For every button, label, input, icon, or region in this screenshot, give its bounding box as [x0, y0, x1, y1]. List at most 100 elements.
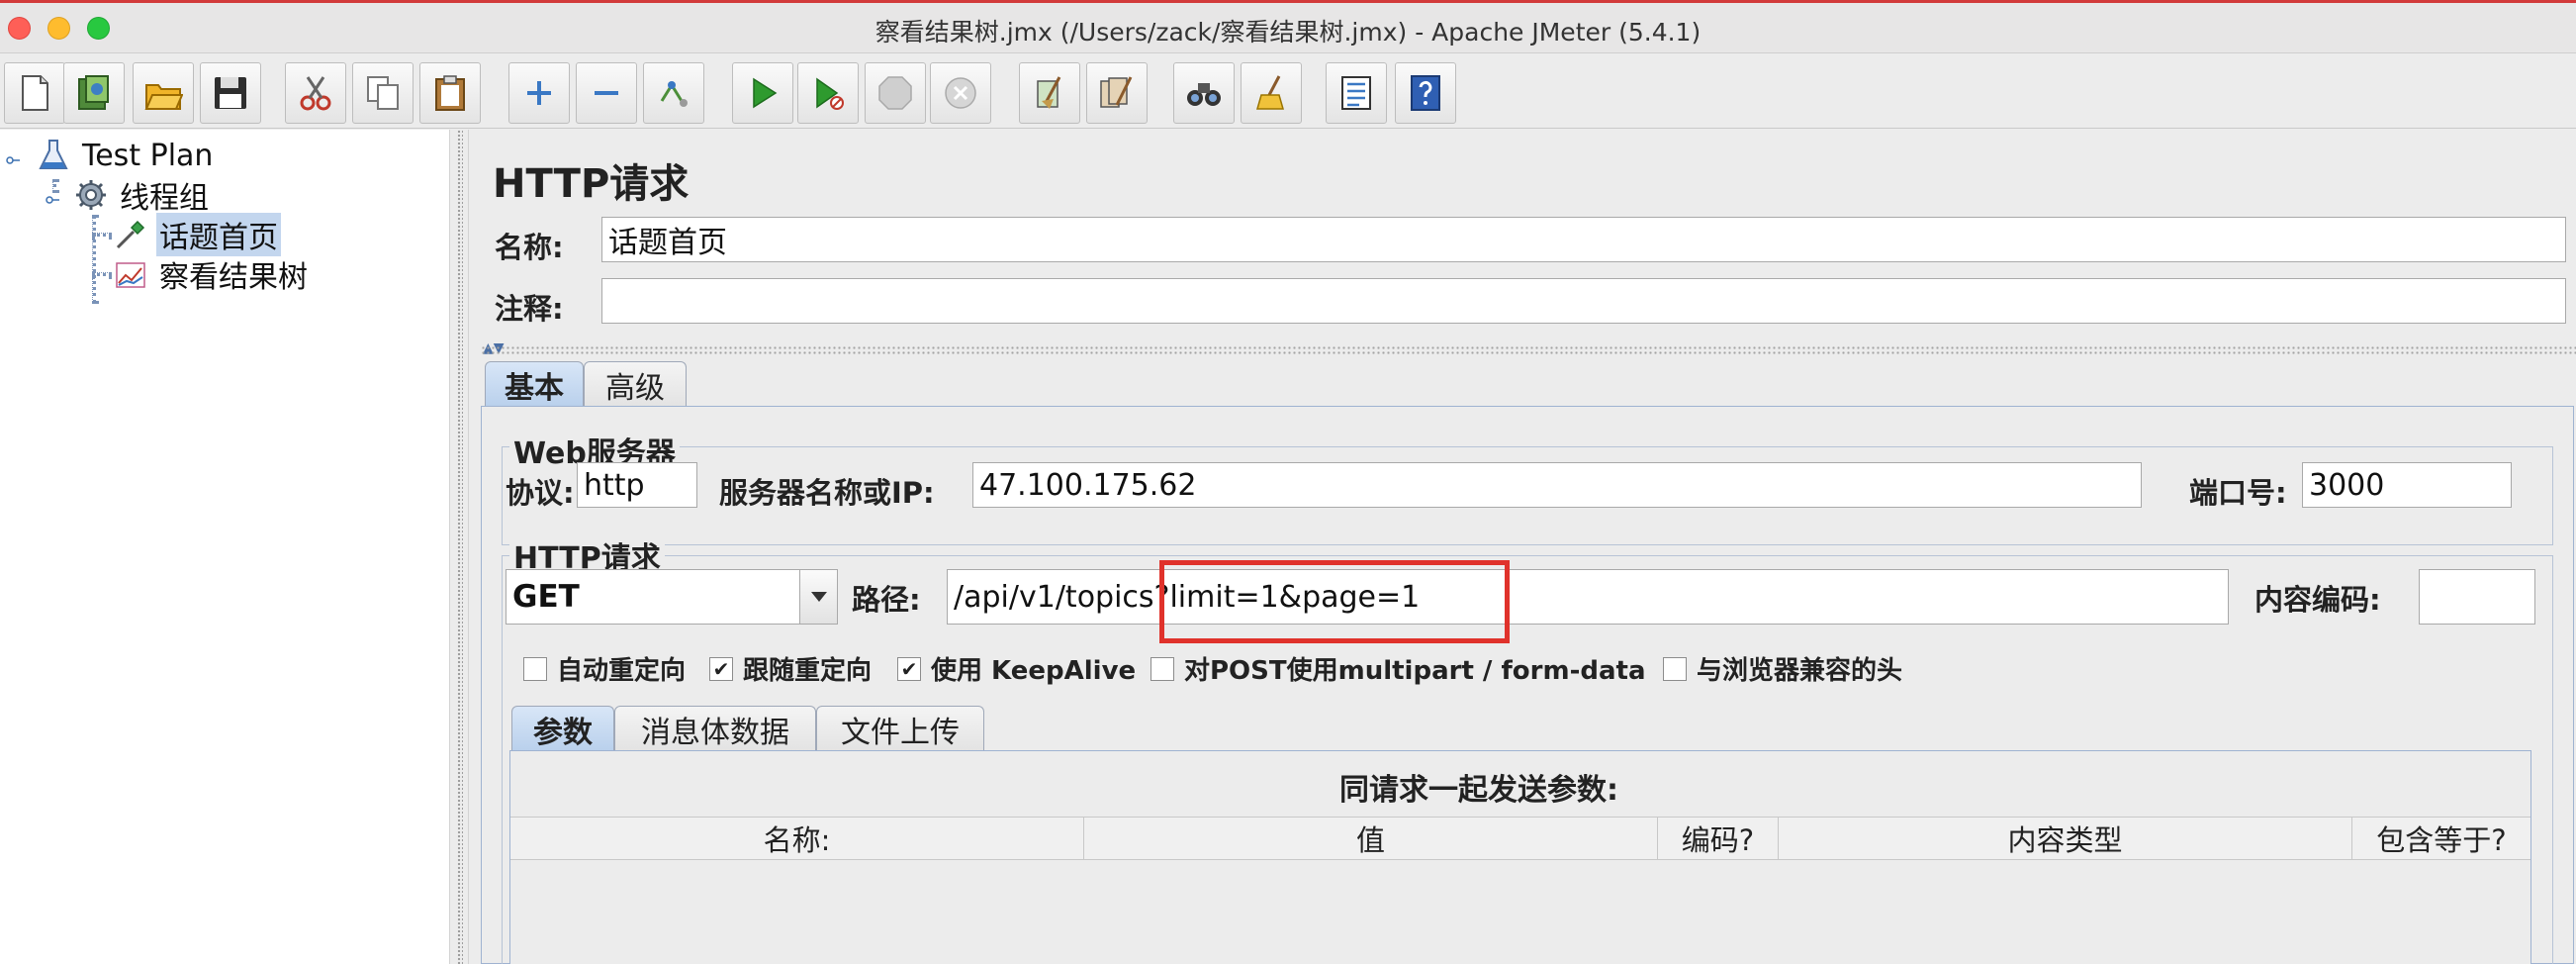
- browser-compatible-headers-checkbox[interactable]: 与浏览器兼容的头: [1663, 650, 1902, 687]
- open-icon: [144, 84, 183, 110]
- tree-item-topic-home[interactable]: 话题首页: [113, 213, 281, 256]
- start-icon: [753, 77, 778, 109]
- keepalive-checkbox[interactable]: ✔ 使用 KeepAlive: [897, 650, 1136, 687]
- method-select[interactable]: GET: [506, 569, 838, 625]
- clear-all-button[interactable]: [1086, 62, 1148, 124]
- copy-icon: [367, 76, 399, 110]
- multipart-checkbox[interactable]: 对POST使用multipart / form-data: [1150, 650, 1646, 687]
- checkbox-label: 跟随重定向: [743, 656, 873, 686]
- search-button[interactable]: [1173, 62, 1235, 124]
- shutdown-button[interactable]: [930, 62, 991, 124]
- tree-connector: [92, 215, 96, 304]
- tab-basic[interactable]: 基本: [485, 361, 584, 407]
- paste-button[interactable]: [419, 62, 481, 124]
- checkmark-icon[interactable]: ✔: [897, 656, 921, 681]
- parameters-title: 同请求一起发送参数:: [1339, 773, 1618, 808]
- page-title: HTTP请求: [493, 161, 690, 207]
- checkbox-box[interactable]: [523, 656, 547, 681]
- reset-search-icon: [1256, 75, 1284, 110]
- tree-item-thread-group[interactable]: 线程组: [73, 175, 212, 216]
- window-title: 察看结果树.jmx (/Users/zack/察看结果树.jmx) - Apac…: [874, 18, 1702, 47]
- method-value: GET: [512, 579, 580, 615]
- column-header-name[interactable]: 名称:: [510, 818, 1084, 859]
- port-field[interactable]: 3000: [2302, 462, 2512, 508]
- checkmark-icon[interactable]: ✔: [709, 656, 733, 681]
- checkbox-label: 对POST使用multipart / form-data: [1184, 656, 1646, 686]
- column-header-include-equals[interactable]: 包含等于?: [2352, 818, 2530, 859]
- reset-search-button[interactable]: [1241, 62, 1302, 124]
- column-header-encode[interactable]: 编码?: [1658, 818, 1779, 859]
- basic-tab-body: Web服务器 协议: http 服务器名称或IP: 47.100.175.62 …: [481, 406, 2574, 964]
- toggle-icon: [660, 81, 688, 107]
- save-button[interactable]: [200, 62, 261, 124]
- start-button[interactable]: [732, 62, 793, 124]
- tree-item-view-results-tree[interactable]: 察看结果树: [113, 254, 311, 295]
- protocol-field[interactable]: http: [577, 462, 697, 508]
- collapse-button[interactable]: [576, 62, 637, 124]
- comment-label: 注释:: [495, 292, 564, 326]
- tree-connector: [92, 272, 112, 276]
- http-request-panel: HTTP请求 名称: 话题首页 注释: ▲▼ 基本 高级 Web服务器 协议: …: [469, 130, 2576, 964]
- tree-expand-handle-icon[interactable]: [6, 153, 20, 167]
- path-label: 路径:: [852, 583, 921, 617]
- copy-button[interactable]: [352, 62, 414, 124]
- tab-advanced[interactable]: 高级: [584, 361, 687, 407]
- checkbox-box[interactable]: [1663, 656, 1687, 681]
- templates-button[interactable]: [63, 62, 125, 124]
- title-bar: 察看结果树.jmx (/Users/zack/察看结果树.jmx) - Apac…: [0, 0, 2576, 53]
- server-field[interactable]: 47.100.175.62: [972, 462, 2142, 508]
- new-button[interactable]: [4, 62, 65, 124]
- panel-splitter[interactable]: [449, 130, 469, 964]
- toggle-button[interactable]: [643, 62, 704, 124]
- name-field[interactable]: 话题首页: [601, 217, 2566, 262]
- tree-connector: [92, 233, 112, 237]
- stop-icon: [878, 76, 912, 110]
- gear-icon: [73, 177, 109, 213]
- start-no-pause-button[interactable]: [797, 62, 859, 124]
- function-helper-button[interactable]: [1326, 62, 1387, 124]
- port-label: 端口号:: [2189, 476, 2287, 510]
- stop-button[interactable]: [865, 62, 926, 124]
- test-plan-tree: Test Plan 线程组 话题首页 察看结果树: [0, 130, 449, 964]
- tree-item-test-plan[interactable]: Test Plan: [36, 136, 216, 175]
- pipette-icon: [113, 217, 148, 252]
- tab-file-upload[interactable]: 文件上传: [816, 706, 984, 751]
- tree-item-label: 话题首页: [156, 213, 281, 256]
- help-icon: [1411, 75, 1440, 111]
- parameters-panel: 同请求一起发送参数: 名称: 值 编码? 内容类型 包含等于?: [509, 750, 2531, 964]
- auto-redirect-checkbox[interactable]: 自动重定向: [523, 650, 686, 687]
- open-button[interactable]: [133, 62, 194, 124]
- clear-all-icon: [1100, 76, 1133, 108]
- search-icon: [1187, 83, 1221, 106]
- new-icon: [22, 75, 48, 111]
- start-no-pause-icon: [816, 77, 844, 110]
- expand-button[interactable]: [508, 62, 570, 124]
- tab-parameters[interactable]: 参数: [511, 706, 614, 751]
- name-label: 名称:: [495, 231, 564, 264]
- chevron-down-icon[interactable]: [799, 570, 837, 624]
- column-header-value[interactable]: 值: [1084, 818, 1658, 859]
- checkbox-label: 自动重定向: [557, 656, 687, 686]
- comment-field[interactable]: [601, 278, 2566, 324]
- save-icon: [215, 77, 246, 109]
- clear-icon: [1037, 76, 1061, 109]
- function-helper-icon: [1341, 76, 1371, 110]
- tab-body-data[interactable]: 消息体数据: [614, 706, 816, 751]
- help-button[interactable]: [1395, 62, 1456, 124]
- tree-item-label: 线程组: [120, 181, 209, 216]
- clear-button[interactable]: [1019, 62, 1080, 124]
- column-header-content-type[interactable]: 内容类型: [1779, 818, 2352, 859]
- tree-expand-handle-icon[interactable]: [46, 193, 59, 207]
- toolbar: [0, 53, 2576, 129]
- follow-redirect-checkbox[interactable]: ✔ 跟随重定向: [709, 650, 872, 687]
- path-field[interactable]: /api/v1/topics?limit=1&page=1: [947, 569, 2229, 625]
- checkbox-label: 使用 KeepAlive: [931, 656, 1137, 686]
- content-encoding-field[interactable]: [2419, 569, 2535, 625]
- section-divider[interactable]: [481, 345, 2576, 355]
- collapse-icon: [595, 91, 618, 95]
- cut-button[interactable]: [285, 62, 346, 124]
- checkbox-box[interactable]: [1150, 656, 1174, 681]
- tree-item-label: Test Plan: [82, 138, 214, 173]
- flask-icon: [36, 138, 71, 173]
- chart-icon: [113, 256, 148, 292]
